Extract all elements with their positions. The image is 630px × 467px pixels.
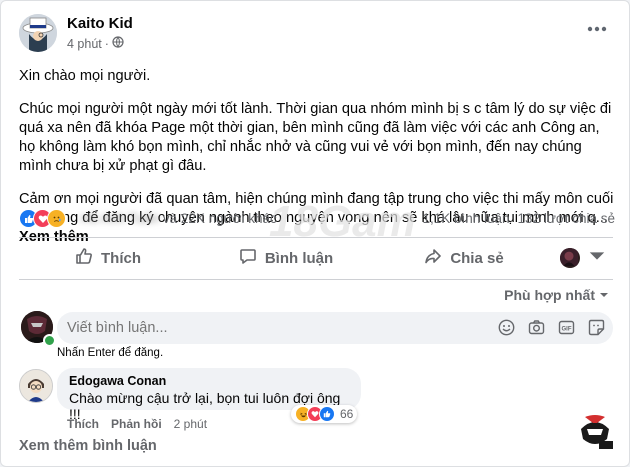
post-card: Kaito Kid 4 phút · Xin chào mọi người. C…: [0, 0, 630, 467]
sort-label: Phù hợp nhất: [504, 287, 595, 303]
comment-like-link[interactable]: Thích: [67, 417, 99, 431]
comment-bubble-icon: [239, 247, 257, 269]
reaction-names[interactable]: Hồ Anh Tuấn và 22K người khác: [81, 211, 277, 226]
like-label: Thích: [101, 249, 141, 267]
sticker-icon[interactable]: [588, 319, 605, 336]
blurred-name: Hồ Anh Tuấn: [81, 211, 160, 226]
like-button[interactable]: Thích: [19, 241, 197, 275]
composer-hint: Nhấn Enter để đăng.: [57, 347, 164, 359]
comment-button[interactable]: Bình luận: [197, 241, 375, 275]
more-options-icon[interactable]: [587, 15, 607, 38]
comment-reactions[interactable]: 66: [291, 405, 358, 423]
comment-actions: Thích Phản hồi 2 phút: [67, 417, 207, 431]
divider: [19, 279, 613, 280]
reaction-as-selector[interactable]: [553, 241, 613, 275]
camera-icon[interactable]: [528, 319, 545, 336]
divider: [19, 237, 613, 238]
commenter-avatar[interactable]: [19, 369, 53, 403]
comment-sort-dropdown[interactable]: Phù hợp nhất: [504, 287, 609, 303]
post-time[interactable]: 4 phút: [67, 37, 102, 51]
post-paragraph: Xin chào mọi người.: [19, 68, 151, 84]
share-button[interactable]: Chia sẻ: [375, 241, 553, 275]
comment-input[interactable]: [57, 319, 489, 337]
comment-composer[interactable]: GIF: [57, 312, 613, 344]
svg-text:GIF: GIF: [562, 327, 572, 333]
chevron-down-icon: [599, 287, 609, 303]
page-avatar: [560, 248, 580, 268]
watermark-logo: [575, 413, 615, 453]
action-bar: Thích Bình luận Chia sẻ: [19, 241, 613, 275]
reaction-icons[interactable]: [19, 209, 66, 228]
view-more-comments-link[interactable]: Xem thêm bình luận: [19, 438, 157, 454]
stats-right: 1,1K bình luận 132 lượt chia sẻ: [422, 211, 615, 226]
post-meta: 4 phút ·: [67, 36, 124, 51]
reaction-stats: Hồ Anh Tuấn và 22K người khác 1,1K bình …: [19, 208, 615, 230]
share-label: Chia sẻ: [450, 249, 504, 267]
emoji-icon[interactable]: [498, 319, 515, 336]
online-status-dot: [43, 334, 56, 347]
like-icon: [319, 406, 335, 422]
author-avatar[interactable]: [19, 14, 57, 52]
post-paragraph: Chúc mọi người một ngày mới tốt lành. Th…: [19, 101, 612, 174]
comment-count[interactable]: 1,1K bình luận: [422, 211, 509, 226]
comment-reply-link[interactable]: Phản hồi: [111, 417, 162, 431]
composer-icons: GIF: [498, 319, 605, 336]
share-count[interactable]: 132 lượt chia sẻ: [518, 211, 615, 226]
comment-label: Bình luận: [264, 249, 334, 267]
reaction-others: và 22K người khác: [162, 211, 277, 226]
share-arrow-icon: [424, 247, 442, 269]
author-name[interactable]: Kaito Kid: [67, 15, 133, 32]
chevron-down-icon: [588, 247, 606, 269]
sad-icon: [47, 209, 66, 228]
comment-reaction-count: 66: [340, 407, 354, 421]
globe-icon: [112, 36, 124, 51]
gif-icon[interactable]: GIF: [558, 319, 575, 336]
comment-time[interactable]: 2 phút: [174, 417, 207, 431]
commenter-name[interactable]: Edogawa Conan: [69, 374, 349, 388]
thumbs-up-icon: [75, 247, 93, 269]
comment-bubble: Edogawa Conan Chào mừng cậu trở lại, bọn…: [57, 368, 361, 422]
